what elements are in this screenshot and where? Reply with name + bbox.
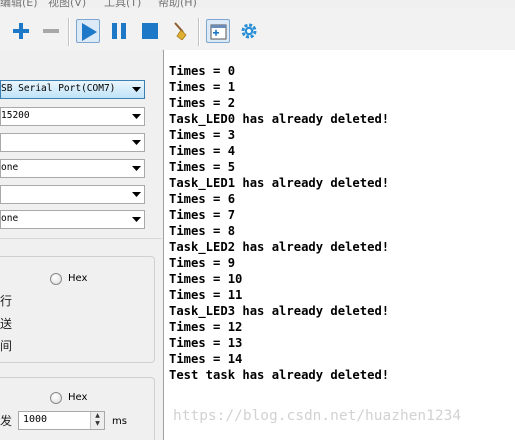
terminal-line: Times = 13: [169, 336, 243, 350]
send-interval-value: 1000: [23, 414, 48, 425]
menu-bar: 编辑(E) 视图(V) 工具(T) 帮助(H): [0, 0, 515, 8]
terminal-line: Times = 11: [169, 288, 243, 302]
baud-select[interactable]: 15200: [0, 107, 145, 126]
broom-icon: [174, 22, 187, 40]
new-window-icon: [210, 24, 227, 40]
spin-buttons[interactable]: ▲ ▼: [90, 412, 104, 429]
send-interval-unit: ms: [112, 416, 127, 427]
settings-panel: SB Serial Port(COM7) 15200 one one Hex 行…: [0, 50, 162, 440]
terminal-line: Times = 7: [169, 208, 236, 222]
terminal-line: Times = 9: [169, 256, 236, 270]
chevron-down-icon: [132, 217, 141, 222]
terminal-line: Times = 0: [169, 64, 236, 78]
gear-icon: [241, 23, 257, 39]
divider: [0, 238, 162, 239]
send-interval-spinbox[interactable]: 1000 ▲ ▼: [18, 411, 105, 430]
menu-help[interactable]: 帮助(H): [158, 0, 197, 8]
parity-select[interactable]: one: [0, 159, 145, 178]
baud-select-value: 15200: [1, 110, 30, 121]
port-select-value: SB Serial Port(COM7): [1, 83, 116, 94]
terminal-line: Times = 14: [169, 352, 243, 366]
receive-option-label-1: 行: [0, 294, 13, 308]
send-hex-radio[interactable]: [50, 392, 62, 404]
terminal-line: Times = 8: [169, 224, 236, 238]
pause-button[interactable]: [107, 19, 131, 43]
receive-option-label-3: 间: [0, 339, 13, 353]
send-hex-label: Hex: [68, 392, 88, 403]
terminal-line: Times = 4: [169, 144, 236, 158]
terminal-line: Task_LED0 has already deleted!: [169, 112, 390, 126]
remove-icon: [43, 29, 59, 33]
terminal-line: Times = 10: [169, 272, 243, 286]
terminal-line: Task_LED1 has already deleted!: [169, 176, 390, 190]
toolbar-separator: [198, 18, 200, 46]
chevron-down-icon: [132, 140, 141, 145]
receive-hex-radio[interactable]: [50, 273, 62, 285]
terminal-line: Times = 5: [169, 160, 236, 174]
watermark: https://blog.csdn.net/huazhen1234: [173, 408, 462, 424]
terminal-line: Task_LED3 has already deleted!: [169, 304, 390, 318]
terminal-line: Times = 2: [169, 96, 236, 110]
chevron-down-icon: [132, 166, 141, 171]
terminal-line: Times = 12: [169, 320, 243, 334]
receive-hex-label: Hex: [68, 273, 88, 284]
receive-terminal[interactable]: Times = 0 Times = 1 Times = 2 Task_LED0 has…: [163, 50, 515, 440]
flow-control-select-value: one: [1, 213, 19, 224]
stop-bits-select[interactable]: [0, 185, 145, 204]
send-interval-label: 发: [0, 414, 13, 428]
play-icon: [82, 23, 97, 41]
terminal-lines: Times = 0 Times = 1 Times = 2 Task_LED0 has…: [169, 63, 389, 383]
spin-down-icon[interactable]: ▼: [91, 420, 104, 428]
menu-view[interactable]: 视图(V): [48, 0, 86, 8]
settings-button[interactable]: [237, 19, 261, 43]
pause-icon: [112, 23, 126, 39]
new-window-button[interactable]: [206, 19, 230, 43]
remove-button[interactable]: [39, 19, 63, 43]
terminal-line: Task_LED2 has already deleted!: [169, 240, 390, 254]
spin-up-icon[interactable]: ▲: [91, 412, 104, 420]
toolbar: [0, 8, 515, 51]
terminal-line: Times = 1: [169, 80, 236, 94]
port-select[interactable]: SB Serial Port(COM7): [0, 80, 145, 99]
chevron-down-icon: [132, 87, 141, 92]
add-icon: [13, 23, 29, 39]
clear-button[interactable]: [169, 19, 193, 43]
send-settings-group: [0, 377, 155, 440]
add-button[interactable]: [9, 19, 33, 43]
terminal-line: Test task has already deleted!: [169, 368, 390, 382]
parity-select-value: one: [1, 162, 19, 173]
play-button[interactable]: [76, 19, 100, 43]
toolbar-separator: [68, 18, 70, 46]
receive-option-label-2: 送: [0, 317, 13, 331]
data-bits-select[interactable]: [0, 133, 145, 152]
chevron-down-icon: [132, 114, 141, 119]
terminal-line: Times = 3: [169, 128, 236, 142]
stop-icon: [142, 23, 158, 39]
menu-tools[interactable]: 工具(T): [104, 0, 141, 8]
flow-control-select[interactable]: one: [0, 210, 145, 229]
chevron-down-icon: [132, 192, 141, 197]
menu-edit[interactable]: 编辑(E): [0, 0, 38, 8]
terminal-line: Times = 6: [169, 192, 236, 206]
stop-button[interactable]: [138, 19, 162, 43]
